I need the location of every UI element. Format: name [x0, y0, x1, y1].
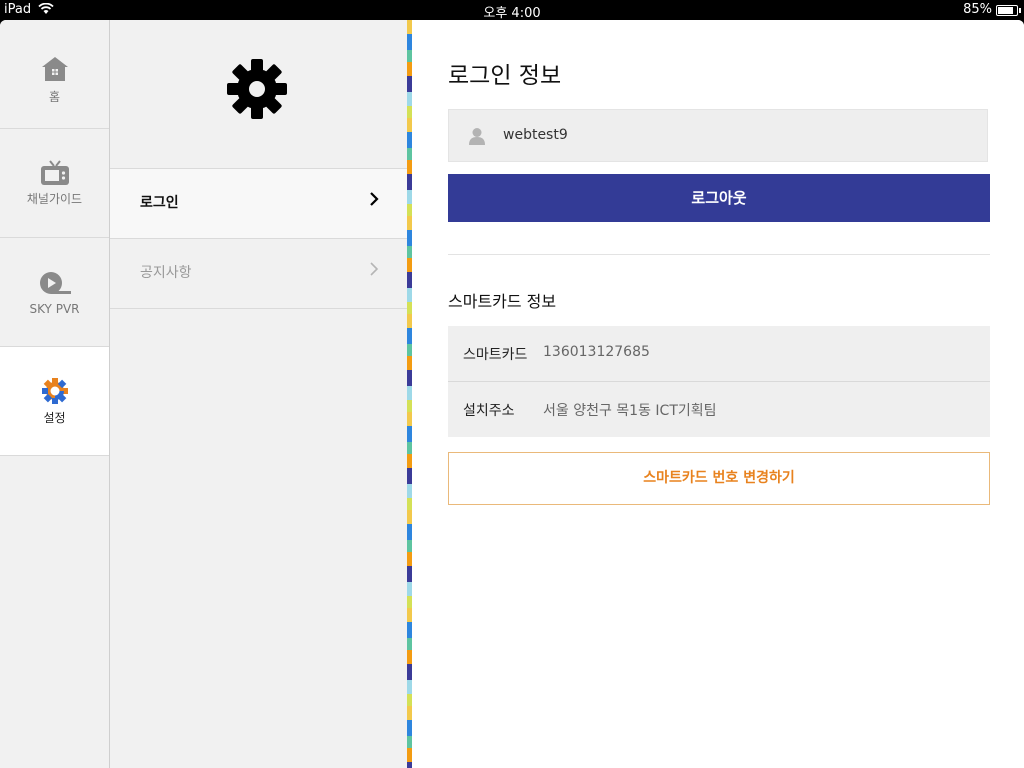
tv-icon — [0, 159, 109, 191]
pvr-icon — [0, 270, 109, 300]
status-bar: iPad 오후 4:00 85% — [0, 0, 1024, 21]
submenu-label-login: 로그인 — [140, 195, 179, 211]
user-icon — [468, 127, 486, 149]
nav-label-home: 홈 — [48, 90, 61, 104]
install-address-label: 설치주소 — [463, 403, 515, 419]
submenu-label-notice: 공지사항 — [140, 265, 192, 281]
chevron-right-icon — [368, 261, 380, 281]
page-title: 로그인 정보 — [448, 63, 562, 89]
smartcard-number-value: 136013127685 — [543, 344, 650, 360]
nav-label-settings: 설정 — [43, 411, 66, 425]
username-text: webtest9 — [503, 127, 568, 143]
nav-item-channel-guide[interactable]: 채널가이드 — [0, 129, 109, 238]
logout-button[interactable]: 로그아웃 — [448, 174, 990, 222]
nav-label-sky-pvr: SKY PVR — [29, 302, 80, 316]
battery-percent: 85% — [963, 2, 992, 17]
gear-icon — [226, 58, 288, 124]
change-smartcard-button[interactable]: 스마트카드 번호 변경하기 — [448, 452, 990, 505]
settings-submenu: 로그인 공지사항 — [110, 20, 407, 768]
chevron-right-icon — [368, 191, 380, 211]
install-address-row: 설치주소 서울 양천구 목1동 ICT기획팀 — [448, 382, 990, 437]
nav-item-home[interactable]: 홈 — [0, 20, 109, 129]
section-divider — [448, 254, 990, 255]
nav-item-settings[interactable]: 설정 — [0, 347, 109, 456]
nav-item-sky-pvr[interactable]: SKY PVR — [0, 238, 109, 347]
home-icon — [0, 56, 109, 86]
settings-icon — [0, 376, 109, 410]
nav-label-channel-guide: 채널가이드 — [26, 192, 83, 206]
status-time: 오후 4:00 — [483, 6, 541, 21]
submenu-header — [110, 20, 407, 169]
smartcard-number-label: 스마트카드 — [463, 347, 528, 363]
submenu-item-notice[interactable]: 공지사항 — [110, 239, 407, 309]
smartcard-number-row: 스마트카드 136013127685 — [448, 326, 990, 381]
app-window: 홈 채널가이드 SKY PVR 설정 로그인 공지사항 로그인 정보 webte… — [0, 20, 1024, 768]
install-address-value: 서울 양천구 목1동 ICT기획팀 — [543, 403, 717, 419]
main-nav: 홈 채널가이드 SKY PVR 설정 — [0, 20, 110, 768]
username-field: webtest9 — [448, 109, 988, 162]
smartcard-section-title: 스마트카드 정보 — [448, 292, 557, 311]
battery-icon — [996, 5, 1021, 16]
login-info-panel: 로그인 정보 webtest9 로그아웃 스마트카드 정보 스마트카드 1360… — [412, 20, 1024, 768]
submenu-item-login[interactable]: 로그인 — [110, 169, 407, 239]
